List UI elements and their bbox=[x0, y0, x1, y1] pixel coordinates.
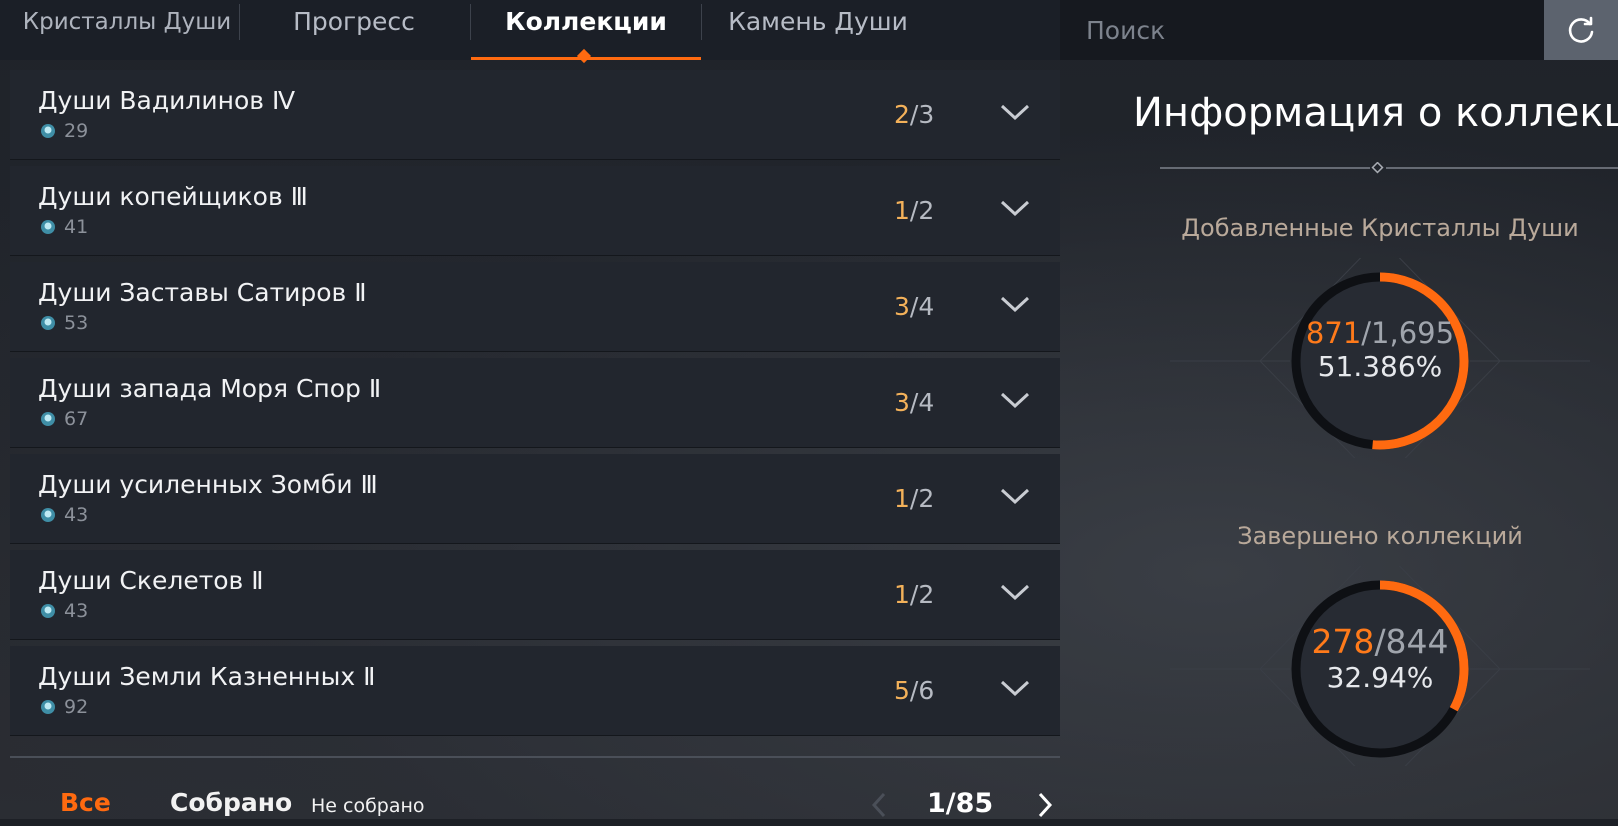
chevron-down-icon[interactable] bbox=[999, 388, 1031, 412]
chevron-down-icon[interactable] bbox=[999, 676, 1031, 700]
completed-percent: 32.94% bbox=[1326, 661, 1434, 694]
filter-not-collected[interactable]: Не собрано bbox=[311, 795, 425, 817]
tab-separator bbox=[239, 4, 240, 40]
collection-name: Души копейщиков Ⅲ bbox=[38, 182, 308, 211]
completed-collections-title: Завершено коллекций bbox=[1237, 522, 1523, 550]
collection-row[interactable]: Души копейщиков Ⅲ 41 1/2 bbox=[10, 166, 1060, 256]
soul-crystal-icon bbox=[41, 700, 55, 714]
collection-name: Души Земли Казненных Ⅱ bbox=[38, 662, 376, 691]
collection-progress: 3/4 bbox=[894, 292, 935, 321]
collection-points: 92 bbox=[64, 696, 89, 718]
refresh-icon bbox=[1568, 16, 1594, 43]
collection-name: Души Скелетов Ⅱ bbox=[38, 566, 264, 595]
collection-points: 29 bbox=[64, 120, 89, 142]
title-divider bbox=[1160, 162, 1618, 174]
soul-crystal-icon bbox=[41, 604, 55, 618]
chevron-down-icon[interactable] bbox=[999, 100, 1031, 124]
soul-crystal-icon bbox=[41, 508, 55, 522]
collection-progress: 1/2 bbox=[894, 196, 935, 225]
tab-progress[interactable]: Прогресс bbox=[245, 0, 463, 60]
collection-name: Души запада Моря Спор Ⅱ bbox=[38, 374, 382, 403]
crystals-added-title: Добавленные Кристаллы Души bbox=[1181, 214, 1579, 242]
collection-row[interactable]: Души запада Моря Спор Ⅱ 67 3/4 bbox=[10, 358, 1060, 448]
collection-name: Души Вадилинов Ⅳ bbox=[38, 86, 296, 115]
tab-bar: Кристаллы Души Прогресс Коллекции Камень… bbox=[0, 0, 1060, 64]
collection-row[interactable]: Души Заставы Сатиров Ⅱ 53 3/4 bbox=[10, 262, 1060, 352]
chevron-down-icon[interactable] bbox=[999, 580, 1031, 604]
page-next-icon[interactable] bbox=[1034, 790, 1056, 820]
tab-soul-stone[interactable]: Камень Души bbox=[702, 0, 934, 60]
tab-soul-crystals[interactable]: Кристаллы Души bbox=[14, 0, 240, 60]
collection-points: 53 bbox=[64, 312, 89, 334]
collection-info-title: Информация о коллекции bbox=[1133, 90, 1618, 136]
collection-progress: 1/2 bbox=[894, 580, 935, 609]
collection-progress: 5/6 bbox=[894, 676, 935, 705]
collection-row[interactable]: Души Скелетов Ⅱ 43 1/2 bbox=[10, 550, 1060, 640]
filter-collected[interactable]: Собрано bbox=[170, 788, 292, 817]
collection-row[interactable]: Души усиленных Зомби Ⅲ 43 1/2 bbox=[10, 454, 1060, 544]
search-input[interactable] bbox=[1060, 0, 1544, 60]
collection-name: Души Заставы Сатиров Ⅱ bbox=[38, 278, 367, 307]
soul-crystal-icon bbox=[41, 412, 55, 426]
chevron-down-icon[interactable] bbox=[999, 292, 1031, 316]
list-divider bbox=[10, 756, 1060, 758]
soul-crystal-icon bbox=[41, 316, 55, 330]
crystals-percent: 51.386% bbox=[1317, 350, 1443, 383]
collection-progress: 3/4 bbox=[894, 388, 935, 417]
chevron-down-icon[interactable] bbox=[999, 484, 1031, 508]
soul-crystal-icon bbox=[41, 124, 55, 138]
completed-count: 278/844 bbox=[1311, 622, 1449, 661]
crystals-ring: 871/1,695 51.386% bbox=[1170, 237, 1590, 518]
page-indicator: 1/85 bbox=[927, 788, 994, 819]
collection-name: Души усиленных Зомби Ⅲ bbox=[38, 470, 378, 499]
collection-progress: 1/2 bbox=[894, 484, 935, 513]
crystals-count: 871/1,695 bbox=[1305, 316, 1455, 350]
collection-row[interactable]: Души Вадилинов Ⅳ 29 2/3 bbox=[10, 70, 1060, 160]
collection-points: 41 bbox=[64, 216, 89, 238]
collection-points: 43 bbox=[64, 600, 89, 622]
collection-points: 67 bbox=[64, 408, 89, 430]
collection-row[interactable]: Души Земли Казненных Ⅱ 92 5/6 bbox=[10, 646, 1060, 736]
completed-ring: 278/844 32.94% bbox=[1170, 545, 1590, 826]
page-prev-icon[interactable] bbox=[868, 790, 890, 820]
soul-crystal-icon bbox=[41, 220, 55, 234]
chevron-down-icon[interactable] bbox=[999, 196, 1031, 220]
filter-all[interactable]: Все bbox=[60, 788, 111, 817]
refresh-button[interactable] bbox=[1544, 0, 1618, 60]
collection-progress: 2/3 bbox=[894, 100, 935, 129]
collection-points: 43 bbox=[64, 504, 89, 526]
